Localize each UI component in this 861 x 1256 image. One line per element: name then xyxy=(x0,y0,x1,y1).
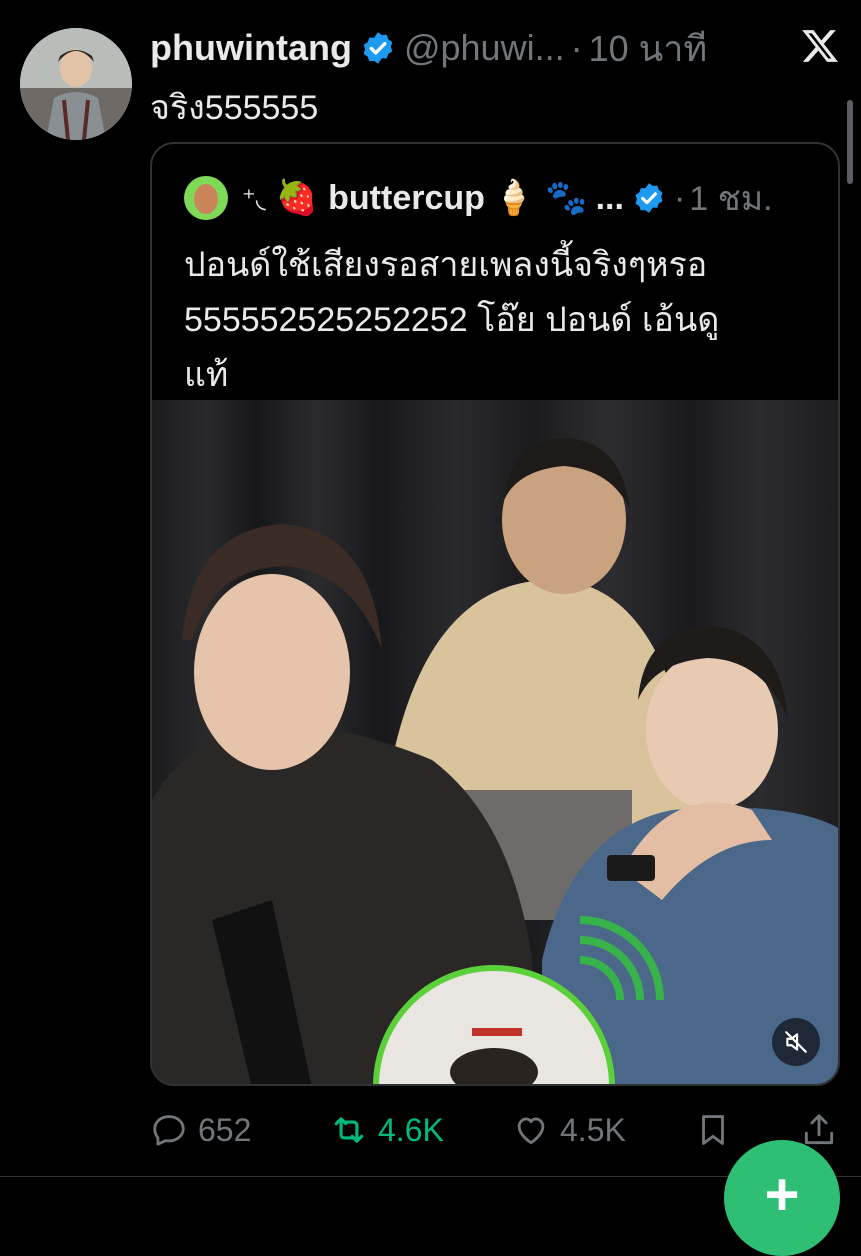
display-name[interactable]: phuwintang xyxy=(150,27,352,69)
like-count: 4.5K xyxy=(560,1111,626,1148)
like-button[interactable]: 4.5K xyxy=(512,1106,626,1154)
heart-icon xyxy=(517,1117,545,1145)
tweet-header: phuwintang @phuwi... · 10 นาที xyxy=(150,24,707,72)
tweet-text: จริง555555 xyxy=(150,89,319,127)
quoted-tweet-header: ⁺◟ 🍓 buttercup 🍦 🐾 ... · 1 ชม. xyxy=(184,176,773,220)
bookmark-icon xyxy=(702,1115,724,1145)
quoted-text-line: ปอนด์ใช้เสียงรอสายเพลงนี้จริงๆหรอ xyxy=(184,246,708,284)
decoration-text: ⁺◟ xyxy=(242,182,266,213)
verified-badge-icon xyxy=(635,183,663,213)
quoted-display-name[interactable]: buttercup xyxy=(328,179,485,218)
tweet-action-bar: 652 4.6K 4.5K xyxy=(150,1106,850,1154)
quoted-tweet-text: ปอนด์ใช้เสียงรอสายเพลงนี้จริงๆหรอ 555552… xyxy=(184,238,824,403)
mute-button[interactable] xyxy=(772,1018,820,1066)
repost-icon xyxy=(334,1117,364,1143)
quoted-text-line: แท้ xyxy=(184,356,229,394)
verified-badge-icon xyxy=(363,32,393,64)
quoted-text-line: 555552525252252 โอ๊ย ปอนด์ เอ้นดู xyxy=(184,301,720,339)
video-thumbnail[interactable] xyxy=(152,400,838,1084)
strawberry-emoji: 🍓 xyxy=(275,179,319,217)
ice-cream-emoji: 🍦 xyxy=(492,179,536,217)
profile-avatar[interactable] xyxy=(20,28,132,140)
repost-button[interactable]: 4.6K xyxy=(330,1106,444,1154)
user-handle[interactable]: @phuwi... xyxy=(404,27,565,69)
compose-button[interactable]: + xyxy=(724,1140,840,1256)
quoted-avatar[interactable] xyxy=(184,176,228,220)
post-time[interactable]: 10 นาที xyxy=(589,20,708,77)
reply-count: 652 xyxy=(198,1111,252,1148)
x-logo-icon[interactable] xyxy=(800,26,840,66)
name-ellipsis: ... xyxy=(595,178,624,217)
share-icon xyxy=(804,1114,834,1145)
quoted-post-time: 1 ชม. xyxy=(689,180,773,218)
muted-speaker-icon xyxy=(785,1031,807,1053)
repost-count: 4.6K xyxy=(378,1111,444,1148)
bookmark-button[interactable] xyxy=(694,1106,742,1154)
scrollbar[interactable] xyxy=(847,100,853,184)
quoted-tweet-card[interactable]: ⁺◟ 🍓 buttercup 🍦 🐾 ... · 1 ชม. ปอนด์ใช้เ… xyxy=(150,142,840,1086)
reply-button[interactable]: 652 xyxy=(150,1106,251,1154)
video-frame xyxy=(152,438,838,1084)
separator-dot: · xyxy=(570,27,583,68)
paws-emoji: 🐾 xyxy=(545,179,588,217)
avatar-image xyxy=(20,28,132,140)
separator-dot: · xyxy=(673,178,686,217)
plus-icon: + xyxy=(764,1161,800,1228)
reply-icon xyxy=(153,1115,185,1146)
